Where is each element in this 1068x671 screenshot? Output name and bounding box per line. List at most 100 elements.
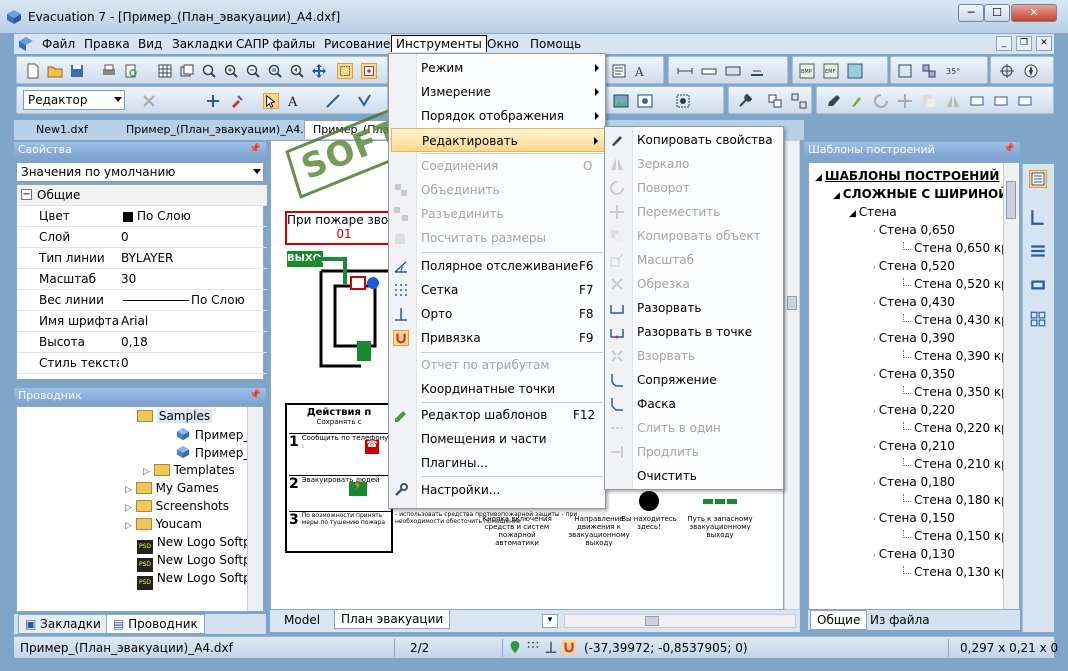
door-template-icon[interactable] [1029, 276, 1047, 294]
menu-window[interactable]: Окно [487, 37, 519, 51]
mdi-close-button[interactable]: ✕ [1036, 36, 1052, 51]
dimension-style-icon[interactable] [725, 63, 741, 79]
template-item[interactable]: · Стена 0,350 [873, 367, 955, 385]
tree-item-psd[interactable]: PSD New Logo Softpo [137, 553, 258, 572]
menu-item-edit[interactable]: Редактировать [391, 128, 605, 152]
property-row-text-style[interactable]: Стиль текста 0 [17, 353, 267, 374]
grid-table-icon[interactable] [157, 63, 173, 79]
template-item-rounded[interactable]: Стена 0,350 кр [903, 385, 1009, 403]
wall-template-icon[interactable] [1029, 208, 1047, 226]
dimension-edit-icon[interactable] [749, 63, 765, 79]
tab-model[interactable]: Model [278, 611, 326, 629]
canvas-vscrollbar[interactable] [784, 140, 800, 610]
hatch-icon[interactable] [675, 93, 691, 109]
group-icon[interactable] [767, 93, 783, 109]
tab-explorer[interactable]: ▤ Проводник [106, 614, 205, 634]
text-style-icon[interactable]: A [633, 63, 649, 79]
submenu-copy-props[interactable]: Копировать свойства [605, 128, 783, 152]
close-button[interactable]: ✕ [1011, 4, 1057, 22]
explorer-scrollbar[interactable] [247, 407, 263, 611]
template-item-rounded[interactable]: Стена 0,520 кр [903, 277, 1009, 295]
zoom-out-icon[interactable] [245, 63, 261, 79]
break-at-point-icon[interactable] [993, 93, 1009, 109]
dimension-linear-icon[interactable] [677, 63, 693, 79]
submenu-fillet[interactable]: Сопряжение [605, 368, 783, 392]
templates-subgroup[interactable]: ◢ Стена [849, 205, 897, 223]
chevron-down-icon[interactable]: ▾ [542, 614, 558, 628]
templates-view-icon[interactable] [1029, 170, 1047, 188]
snap-status-icon[interactable] [562, 640, 576, 654]
break-icon[interactable] [969, 93, 985, 109]
template-item[interactable]: · Стена 0,180 [873, 475, 955, 493]
delete-icon[interactable] [141, 93, 157, 109]
save-icon[interactable] [69, 63, 85, 79]
ortho-status-icon[interactable] [544, 640, 558, 654]
template-item-rounded[interactable]: Стена 0,130 кр [903, 565, 1009, 583]
property-row-scale[interactable]: Масштаб 30 [17, 269, 267, 290]
tab-general[interactable]: Общие [810, 610, 868, 630]
templates-root[interactable]: ◢ ШАБЛОНЫ ПОСТРОЕНИЙ [815, 169, 999, 187]
template-item[interactable]: · Стена 0,150 [873, 511, 955, 529]
tree-collapse-icon[interactable]: ◢ [833, 191, 843, 201]
tab-evac-layout[interactable]: План эвакуации [334, 610, 451, 629]
line-tool-icon[interactable] [325, 93, 341, 109]
property-row-font[interactable]: Имя шрифта Arial [17, 311, 267, 332]
property-row-layer[interactable]: Слой 0 [17, 227, 267, 248]
menu-tools[interactable]: Инструменты [391, 35, 487, 52]
grid-status-icon[interactable] [526, 640, 540, 654]
expand-arrow-icon[interactable]: ▷ [125, 485, 132, 495]
crosshair-icon[interactable] [999, 63, 1015, 79]
menu-item-display-order[interactable]: Порядок отображения [389, 104, 605, 128]
menu-edit[interactable]: Правка [84, 37, 130, 51]
template-item[interactable]: · Стена 0,520 [873, 259, 955, 277]
template-item-rounded[interactable]: Стена 0,430 кр [903, 313, 1009, 331]
tree-item-youcam[interactable]: ▷ Youcam [125, 517, 202, 535]
property-row-color[interactable]: Цвет По Слою [17, 206, 267, 227]
new-file-icon[interactable] [25, 63, 41, 79]
copy-object-icon[interactable] [921, 93, 937, 109]
menu-view[interactable]: Вид [138, 37, 162, 51]
menu-item-template-editor[interactable]: Редактор шаблонов F12 [389, 403, 605, 427]
export-emf-icon[interactable]: EMF [823, 63, 839, 79]
tree-item-screenshots[interactable]: ▷ Screenshots [125, 499, 229, 517]
menu-file[interactable]: Файл [42, 37, 75, 51]
pin-icon[interactable]: 📌 [1004, 144, 1015, 154]
template-item-rounded[interactable]: Стена 0,180 кр [903, 493, 1009, 511]
hscroll-thumb[interactable] [645, 616, 659, 626]
3d-rotate-icon[interactable]: 35° [945, 63, 961, 79]
pan-icon[interactable] [311, 63, 327, 79]
location-pin-icon[interactable] [508, 640, 522, 654]
3d-view-icon[interactable] [897, 63, 913, 79]
tab-bookmarks[interactable]: ▣ Закладки [18, 614, 108, 634]
pointer-select-icon[interactable] [263, 93, 279, 109]
match-properties-icon[interactable] [229, 93, 245, 109]
template-item-rounded[interactable]: Стена 0,650 кр [903, 241, 1009, 259]
submenu-move[interactable]: Переместить [605, 200, 783, 224]
zoom-window-icon[interactable] [201, 63, 217, 79]
submenu-break-at-point[interactable]: Разорвать в точке [605, 320, 783, 344]
property-row-height[interactable]: Высота 0,18 [17, 332, 267, 353]
ungroup-icon[interactable] [791, 93, 807, 109]
menu-item-grid[interactable]: Сетка F7 [389, 278, 605, 302]
zoom-in-icon[interactable] [223, 63, 239, 79]
property-row-lineweight[interactable]: Вес линии По Слою [17, 290, 267, 311]
menu-item-snap[interactable]: Привязка F9 [389, 326, 605, 350]
insert-image-icon[interactable] [613, 93, 629, 109]
template-item[interactable]: · Стена 0,220 [873, 403, 955, 421]
mdi-minimize-button[interactable]: _ [996, 36, 1012, 51]
menu-item-settings[interactable]: Настройки... [389, 478, 605, 502]
tree-item-file[interactable]: Пример_( [175, 427, 254, 445]
open-folder-icon[interactable] [47, 63, 63, 79]
submenu-copy-object[interactable]: Копировать объект [605, 224, 783, 248]
submenu-clear[interactable]: Очистить [605, 464, 783, 488]
menu-item-calc-sizes[interactable]: Посчитать размеры [389, 226, 605, 250]
scroll-thumb[interactable] [787, 296, 797, 310]
layers-icon[interactable] [179, 63, 195, 79]
menu-drawing[interactable]: Рисование [324, 37, 390, 51]
submenu-explode[interactable]: Взорвать [605, 344, 783, 368]
tree-item-psd[interactable]: PSD New Logo Softpo [137, 535, 258, 554]
tree-collapse-icon[interactable]: ◢ [815, 173, 825, 183]
export-image-icon[interactable] [847, 63, 863, 79]
rotate-icon[interactable] [873, 93, 889, 109]
tree-item-templates[interactable]: ▷ Templates [143, 463, 235, 481]
